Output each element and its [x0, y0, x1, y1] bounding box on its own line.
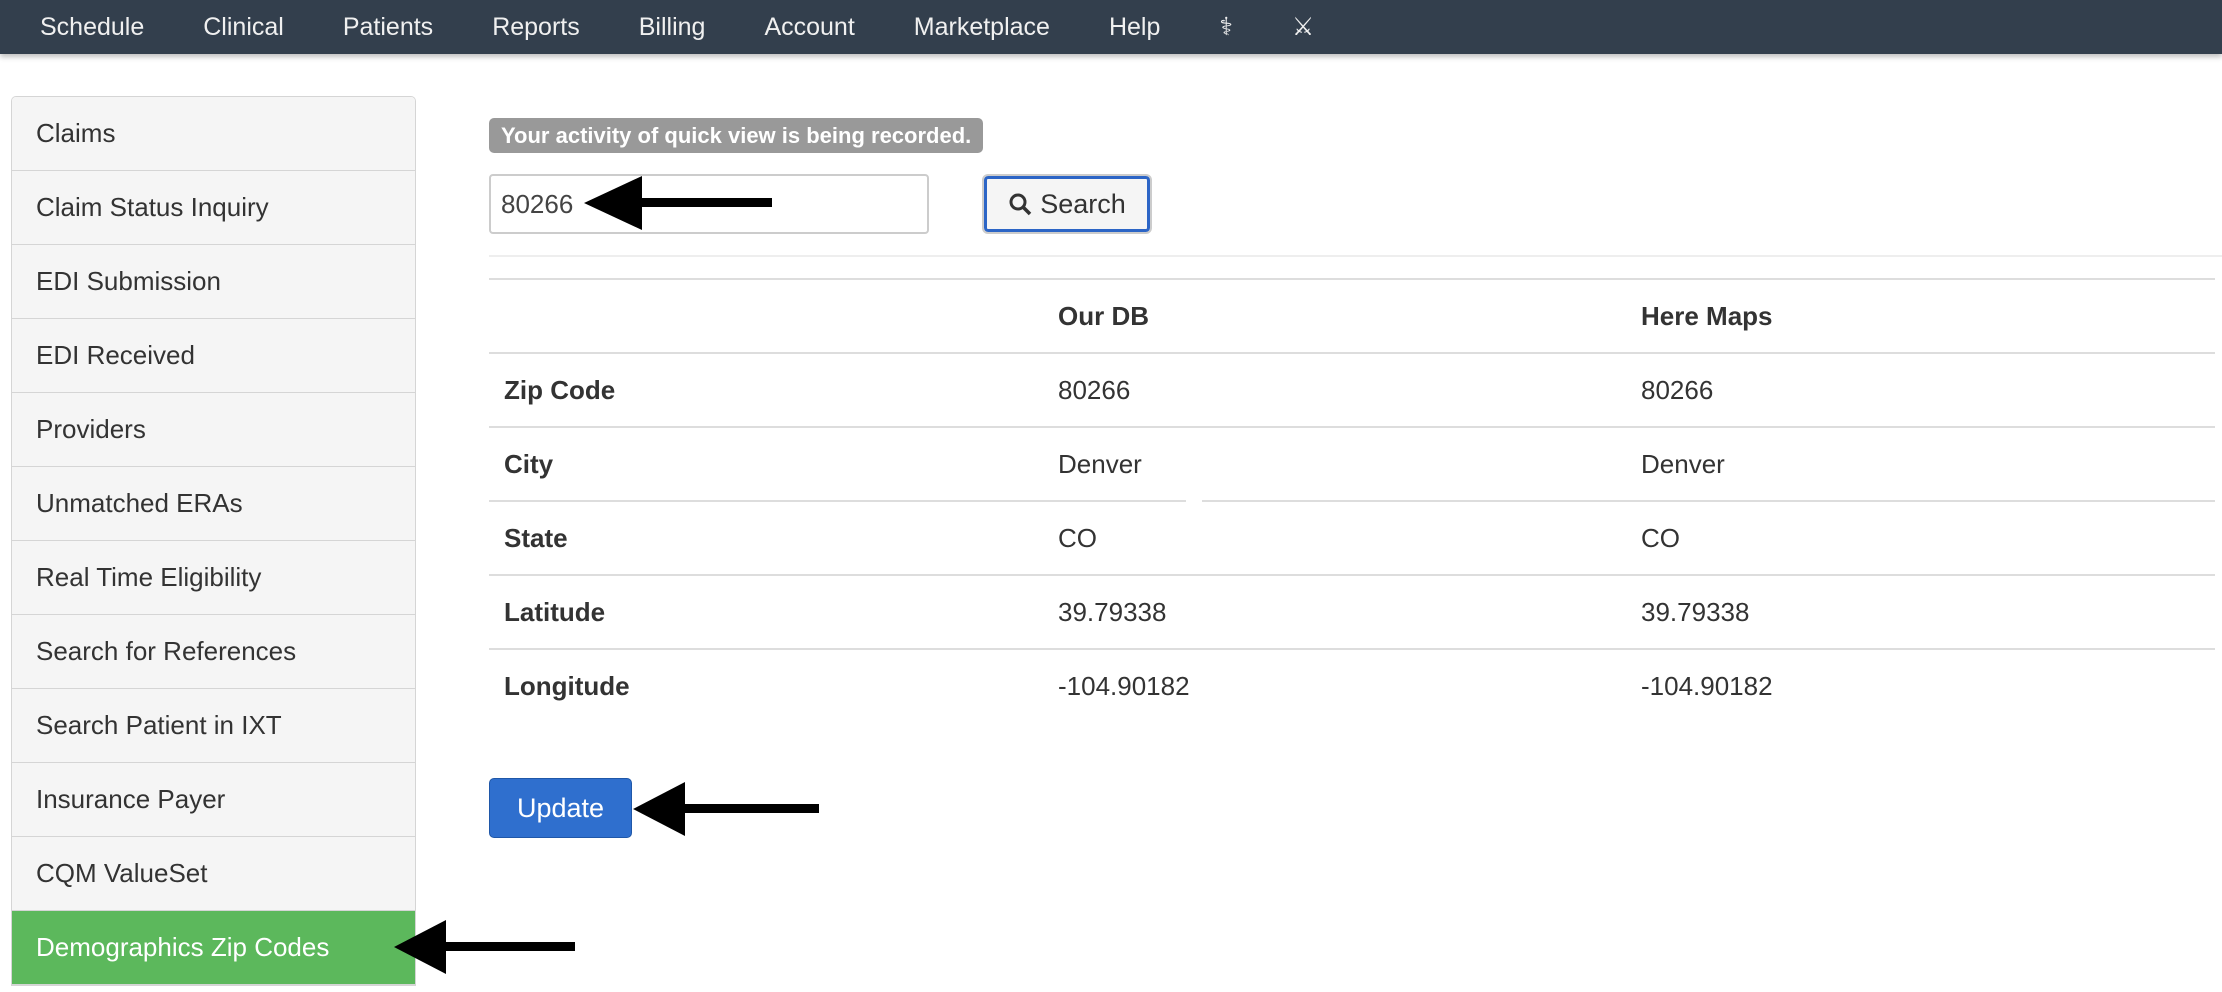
sidebar-item-claim-status-inquiry[interactable]: Claim Status Inquiry	[12, 171, 415, 245]
search-button[interactable]: Search	[982, 174, 1152, 234]
divider	[489, 255, 2222, 257]
search-icon	[1009, 193, 1032, 216]
search-button-label: Search	[1040, 188, 1126, 219]
sidebar-item-edi-received[interactable]: EDI Received	[12, 319, 415, 393]
nav-reports[interactable]: Reports	[492, 13, 580, 42]
nav-billing[interactable]: Billing	[639, 13, 706, 42]
sidebar-item-search-patient-ixt[interactable]: Search Patient in IXT	[12, 689, 415, 763]
sidebar-item-claims[interactable]: Claims	[12, 97, 415, 171]
header-here-maps: Here Maps	[1626, 278, 2215, 353]
sidebar-item-real-time-eligibility[interactable]: Real Time Eligibility	[12, 541, 415, 615]
table-row: Longitude -104.90182 -104.90182	[489, 648, 2215, 723]
arrow-annotation-update	[633, 782, 819, 836]
table-row: City Denver Denver	[489, 426, 2215, 501]
nav-help[interactable]: Help	[1109, 13, 1160, 42]
table-header: Our DB Here Maps	[489, 278, 2215, 353]
nav-marketplace[interactable]: Marketplace	[914, 13, 1050, 42]
caduceus-icon[interactable]: ⚕	[1219, 12, 1233, 42]
nav-patients[interactable]: Patients	[343, 13, 433, 42]
table-row: State CO CO	[489, 500, 2215, 575]
nav-account[interactable]: Account	[764, 13, 854, 42]
zip-search-input[interactable]	[489, 174, 929, 234]
table-row: Zip Code 80266 80266	[489, 352, 2215, 427]
sidebar-item-providers[interactable]: Providers	[12, 393, 415, 467]
nav-clinical[interactable]: Clinical	[203, 13, 284, 42]
top-nav: Schedule Clinical Patients Reports Billi…	[0, 0, 2222, 54]
sidebar-item-insurance-payer[interactable]: Insurance Payer	[12, 763, 415, 837]
update-button[interactable]: Update	[489, 778, 632, 838]
recording-notice: Your activity of quick view is being rec…	[489, 118, 984, 153]
sidebar-item-edi-submission[interactable]: EDI Submission	[12, 245, 415, 319]
crossed-swords-icon[interactable]: ⚔	[1292, 12, 1314, 42]
table-row: Latitude 39.79338 39.79338	[489, 574, 2215, 649]
sidebar-item-cqm-valueset[interactable]: CQM ValueSet	[12, 837, 415, 911]
header-our-db: Our DB	[1043, 278, 1626, 353]
sidebar: Claims Claim Status Inquiry EDI Submissi…	[11, 96, 416, 986]
arrow-annotation-sidebar	[394, 920, 575, 974]
nav-schedule[interactable]: Schedule	[40, 13, 144, 42]
sidebar-item-search-for-references[interactable]: Search for References	[12, 615, 415, 689]
border-gap	[1186, 498, 1202, 502]
sidebar-item-unmatched-eras[interactable]: Unmatched ERAs	[12, 467, 415, 541]
sidebar-item-demographics-zip-codes[interactable]: Demographics Zip Codes	[12, 911, 415, 985]
zip-comparison-table: Our DB Here Maps Zip Code 80266 80266 City…	[489, 278, 2215, 723]
